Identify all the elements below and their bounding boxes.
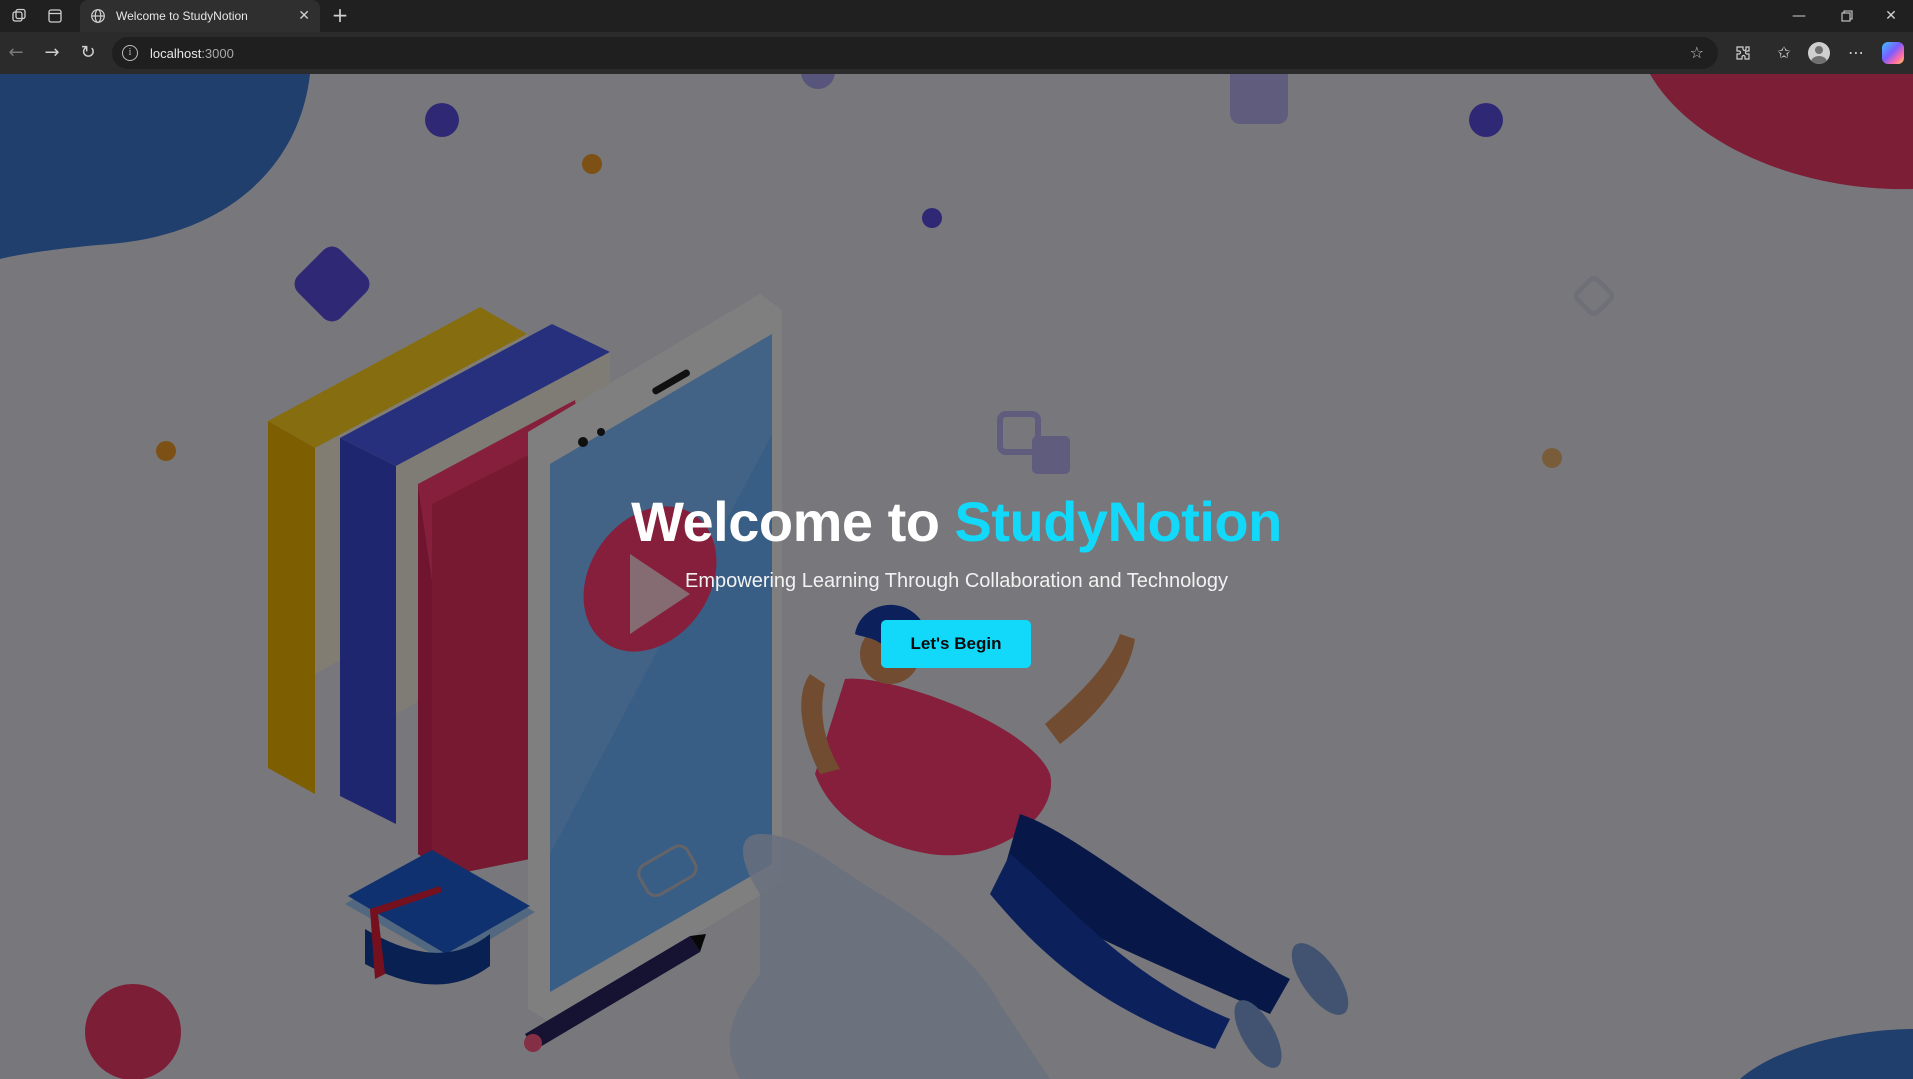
profile-icon[interactable] bbox=[1808, 42, 1830, 64]
forward-icon[interactable]: → bbox=[40, 41, 64, 65]
hero-section: Welcome to StudyNotion Empowering Learni… bbox=[0, 489, 1913, 593]
tab-studynotion[interactable]: Welcome to StudyNotion ✕ bbox=[80, 0, 320, 32]
info-icon[interactable]: i bbox=[122, 45, 138, 61]
hero-title: Welcome to StudyNotion bbox=[0, 489, 1913, 554]
brand-name: StudyNotion bbox=[954, 490, 1282, 553]
url-host: localhost bbox=[150, 45, 202, 61]
page-viewport: Welcome to StudyNotion Empowering Learni… bbox=[0, 74, 1913, 1079]
workspaces-icon[interactable] bbox=[10, 8, 28, 24]
refresh-icon[interactable]: ↻ bbox=[76, 41, 100, 65]
address-bar[interactable]: i localhost:3000 ☆ bbox=[112, 37, 1718, 69]
back-icon[interactable]: ← bbox=[4, 41, 28, 65]
star-icon[interactable]: ☆ bbox=[1690, 43, 1704, 62]
more-icon[interactable]: ⋯ bbox=[1844, 41, 1868, 65]
hero-subtitle: Empowering Learning Through Collaboratio… bbox=[685, 570, 1228, 592]
tab-actions-icon[interactable] bbox=[46, 8, 64, 24]
close-window-icon[interactable]: ✕ bbox=[1869, 0, 1913, 32]
copilot-icon[interactable] bbox=[1882, 42, 1904, 64]
tab-title: Welcome to StudyNotion bbox=[116, 9, 248, 23]
hero-title-prefix: Welcome to bbox=[631, 490, 955, 553]
extensions-icon[interactable] bbox=[1731, 41, 1755, 65]
tab-bar: Welcome to StudyNotion ✕ + — ✕ bbox=[0, 0, 1913, 32]
favorites-icon[interactable]: ✩ bbox=[1772, 41, 1796, 65]
restore-icon[interactable] bbox=[1825, 0, 1869, 32]
url-text: localhost:3000 bbox=[150, 46, 234, 61]
browser-toolbar: ← → ↻ i localhost:3000 ☆ ✩ ⋯ bbox=[0, 32, 1913, 74]
plus-icon[interactable]: + bbox=[328, 4, 352, 28]
lets-begin-button[interactable]: Let's Begin bbox=[881, 620, 1031, 668]
url-port: :3000 bbox=[201, 45, 234, 61]
close-icon[interactable]: ✕ bbox=[298, 8, 310, 24]
globe-icon bbox=[90, 8, 106, 24]
minimize-icon[interactable]: — bbox=[1777, 0, 1821, 32]
